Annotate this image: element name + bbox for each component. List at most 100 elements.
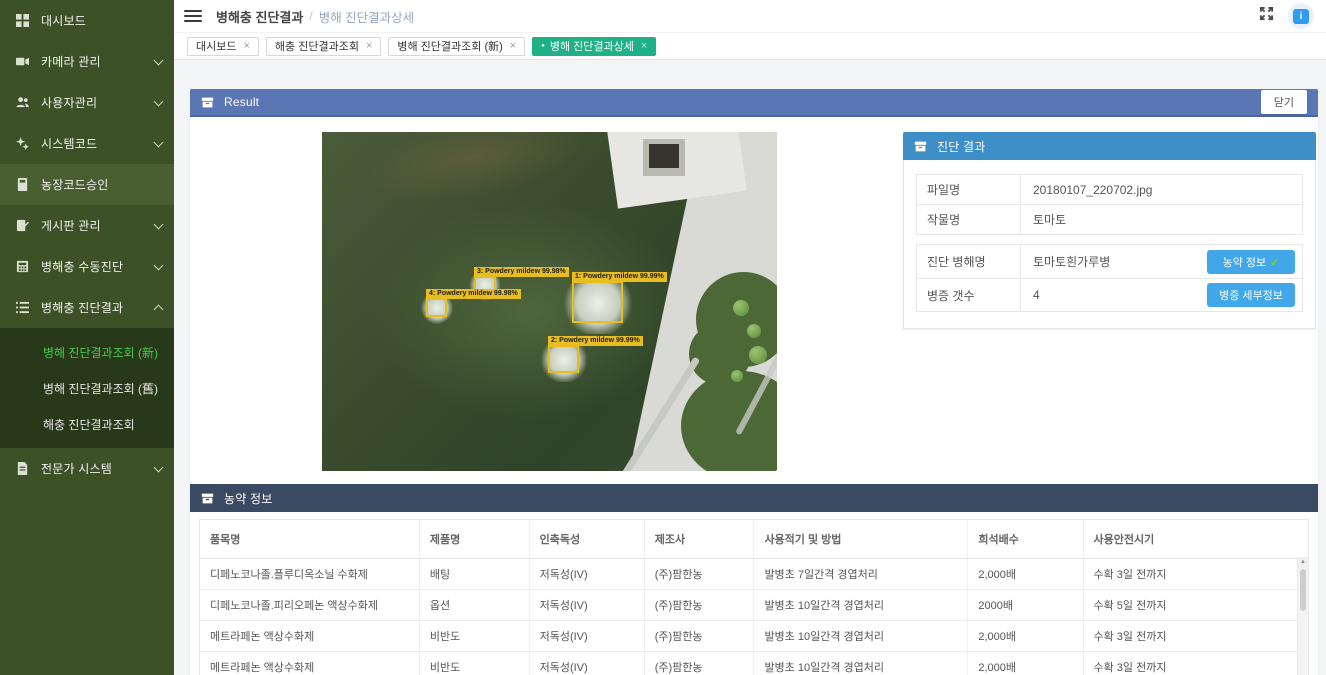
table-row: 파일명 20180107_220702.jpg (917, 175, 1302, 204)
expert-doc-icon (14, 461, 30, 477)
detection-box: 1: Powdery mildew 99.99% (572, 281, 623, 323)
chevron-down-icon (154, 462, 164, 472)
tab-label: 병해 진단결과상세 (550, 38, 634, 54)
disease-name-value: 토마토흰가루병 (1021, 247, 1207, 276)
tab-disease-results-new[interactable]: 병해 진단결과조회 (新) × (388, 37, 525, 56)
archive-icon (201, 96, 214, 109)
sidebar: 대시보드 카메라 관리 사용자관리 시스템코드 농장코드승인 게시판 관리 (0, 0, 174, 675)
pesticide-panel-header: 농약 정보 (190, 484, 1318, 512)
cell: (주)팜한농 (644, 621, 754, 652)
users-icon (14, 95, 30, 111)
scrollbar-up-icon[interactable]: ▲ (1298, 557, 1308, 568)
tab-disease-result-detail[interactable]: ● 병해 진단결과상세 × (532, 37, 656, 56)
main-area: 병해충 진단결과 / 병해 진단결과상세 i 대시보드 × 해충 진단결과조회 … (174, 0, 1326, 675)
cell: 저독성(IV) (529, 621, 644, 652)
result-panel-header: Result 닫기 (190, 89, 1318, 117)
top-header: 병해충 진단결과 / 병해 진단결과상세 i (174, 0, 1326, 33)
cell: 비반도 (419, 621, 529, 652)
diagnosis-panel-body: 파일명 20180107_220702.jpg 작물명 토마토 (903, 160, 1316, 329)
scrollbar-thumb[interactable] (1300, 569, 1306, 611)
photo-tomato (733, 300, 749, 316)
cell: 2,000배 (968, 652, 1083, 675)
sidebar-item-label: 병해충 진단결과 (41, 299, 155, 316)
pesticide-table-wrap: 품목명 제품명 인축독성 제조사 사용적기 및 방법 희석배수 사용안전시기 (199, 519, 1309, 675)
diagnosis-file-table: 파일명 20180107_220702.jpg 작물명 토마토 (916, 174, 1303, 235)
cell: 수확 3일 전까지 (1083, 652, 1297, 675)
cell: 디페노코나졸.피리오페논 액상수화제 (200, 590, 419, 621)
column-header: 사용적기 및 방법 (754, 520, 968, 559)
cell: 디페노코나졸.플루디옥소닐 수화제 (200, 559, 419, 590)
sidebar-item-board-management[interactable]: 게시판 관리 (0, 205, 174, 246)
cell: 저독성(IV) (529, 559, 644, 590)
tab-close-icon[interactable]: × (510, 41, 516, 52)
tab-pest-results[interactable]: 해충 진단결과조회 × (266, 37, 381, 56)
pesticide-info-button[interactable]: 농약 정보✓ (1207, 250, 1295, 274)
sidebar-item-diagnosis-results[interactable]: 병해충 진단결과 (0, 287, 174, 328)
sidebar-item-farm-code-approval[interactable]: 농장코드승인 (0, 164, 174, 205)
cell: 배팅 (419, 559, 529, 590)
diagnosis-photo: 1: Powdery mildew 99.99% 2: Powdery mild… (322, 132, 777, 471)
hamburger-menu-icon[interactable] (184, 7, 202, 25)
cell: 옵션 (419, 590, 529, 621)
chevron-down-icon (154, 55, 164, 65)
tab-close-icon[interactable]: × (641, 41, 647, 52)
column-header: 인축독성 (529, 520, 644, 559)
row-label: 작물명 (917, 205, 1021, 234)
cell: 수확 5일 전까지 (1083, 590, 1297, 621)
table-scrollbar[interactable]: ▲ (1297, 557, 1308, 675)
sidebar-subitem-disease-results-old[interactable]: 병해 진단결과조회 (舊) (0, 370, 174, 406)
detection-label: 1: Powdery mildew 99.99% (572, 272, 667, 282)
table-row: 메트라페논 액상수화제 비반도 저독성(IV) (주)팜한농 발병초 10일간격… (200, 621, 1297, 652)
tab-close-icon[interactable]: × (243, 41, 249, 52)
detection-label: 4: Powdery mildew 99.98% (426, 289, 521, 299)
diagnosis-result-panel: 진단 결과 파일명 20180107_220702.jpg 작물명 (903, 132, 1316, 471)
tab-dashboard[interactable]: 대시보드 × (187, 37, 259, 56)
active-tab-bullet: ● (541, 43, 545, 49)
cell: 발병초 10일간격 경엽처리 (754, 652, 968, 675)
photo-tomato (749, 346, 767, 364)
cell: (주)팜한농 (644, 590, 754, 621)
result-panel-title: Result (224, 95, 259, 109)
tab-close-icon[interactable]: × (366, 41, 372, 52)
sidebar-item-manual-diagnosis[interactable]: 병해충 수동진단 (0, 246, 174, 287)
sidebar-subitem-label: 병해 진단결과조회 (舊) (43, 380, 158, 397)
sidebar-item-camera[interactable]: 카메라 관리 (0, 41, 174, 82)
column-header: 품목명 (200, 520, 419, 559)
detection-box: 4: Powdery mildew 99.98% (426, 298, 447, 317)
tab-label: 대시보드 (196, 38, 236, 54)
sidebar-subitem-disease-results-new[interactable]: 병해 진단결과조회 (新) (0, 334, 174, 370)
cell: (주)팜한농 (644, 559, 754, 590)
tab-label: 해충 진단결과조회 (275, 38, 359, 54)
sidebar-subitem-label: 해충 진단결과조회 (43, 416, 135, 433)
row-label: 진단 병해명 (917, 245, 1021, 278)
check-icon: ✓ (1270, 257, 1279, 269)
content-area: Result 닫기 (174, 60, 1326, 675)
chevron-down-icon (154, 137, 164, 147)
row-label: 병증 갯수 (917, 279, 1021, 311)
sidebar-item-system-code[interactable]: 시스템코드 (0, 123, 174, 164)
cell: 수확 3일 전까지 (1083, 621, 1297, 652)
farm-code-icon (14, 177, 30, 193)
breadcrumb-main: 병해충 진단결과 (216, 7, 303, 26)
info-bubble-icon[interactable]: i (1288, 3, 1314, 29)
cell: 2,000배 (968, 621, 1083, 652)
table-row: 진단 병해명 토마토흰가루병 농약 정보✓ (917, 245, 1302, 278)
table-row: 메트라페논 액상수화제 비반도 저독성(IV) (주)팜한농 발병초 10일간격… (200, 652, 1297, 675)
sidebar-subitem-pest-results[interactable]: 해충 진단결과조회 (0, 406, 174, 442)
sidebar-item-label: 전문가 시스템 (41, 460, 155, 477)
symptom-detail-button[interactable]: 병증 세부정보 (1207, 283, 1295, 307)
sidebar-item-expert-system[interactable]: 전문가 시스템 (0, 448, 174, 489)
cell: 메트라페논 액상수화제 (200, 652, 419, 675)
pesticide-info-panel: 농약 정보 품목명 제품명 (190, 484, 1318, 675)
pesticide-table: 품목명 제품명 인축독성 제조사 사용적기 및 방법 희석배수 사용안전시기 (200, 520, 1297, 675)
result-panel: Result 닫기 (190, 89, 1318, 675)
close-button[interactable]: 닫기 (1261, 90, 1307, 114)
diagnosis-list-icon (14, 300, 30, 316)
detection-label: 2: Powdery mildew 99.99% (548, 336, 643, 346)
sidebar-item-users[interactable]: 사용자관리 (0, 82, 174, 123)
dashboard-icon (14, 13, 30, 29)
row-label: 파일명 (917, 175, 1021, 204)
fullscreen-expand-icon[interactable] (1259, 6, 1274, 26)
sidebar-item-dashboard[interactable]: 대시보드 (0, 0, 174, 41)
cell: 발병초 10일간격 경엽처리 (754, 621, 968, 652)
